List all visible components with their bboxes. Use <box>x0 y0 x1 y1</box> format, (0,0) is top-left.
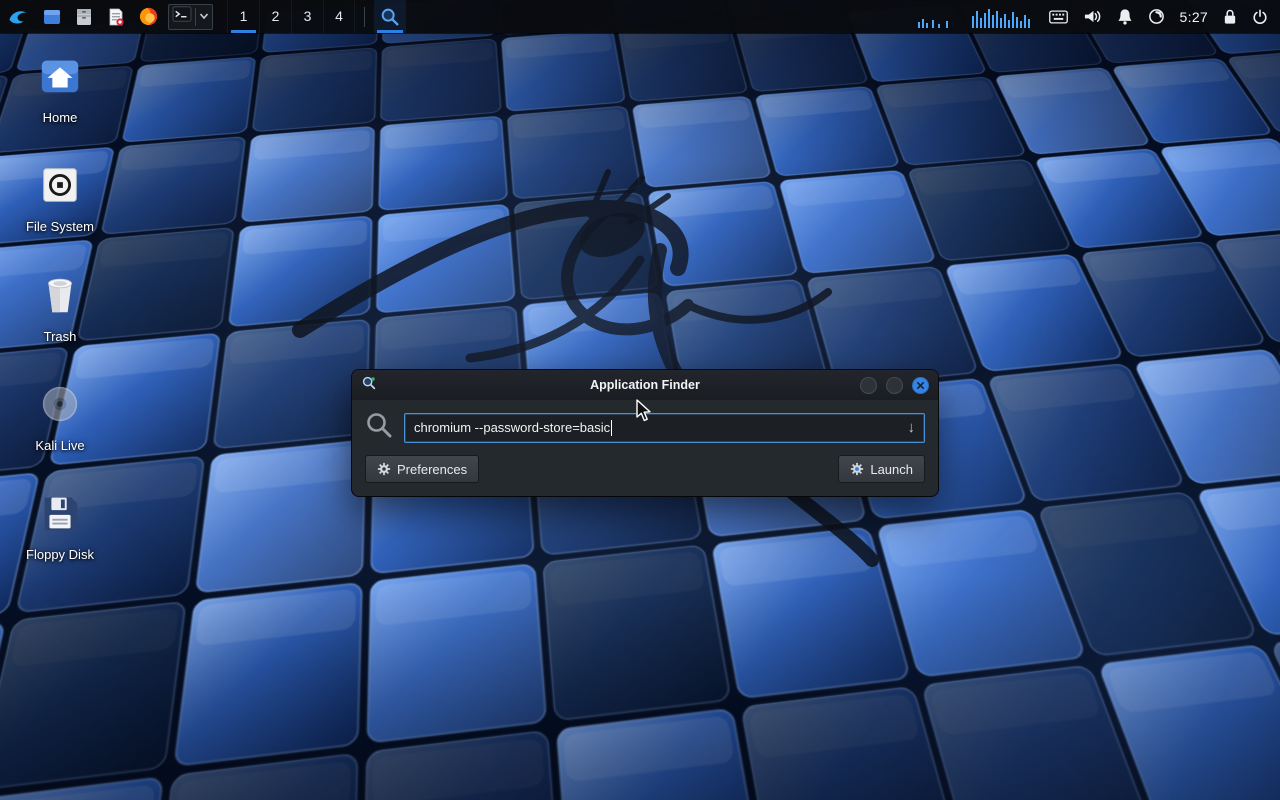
desktop-icon-label: Trash <box>44 330 77 344</box>
panel-right-group: 5:27 <box>916 0 1280 33</box>
chevron-down-icon <box>199 8 209 26</box>
kali-menu-icon[interactable] <box>0 0 36 33</box>
preferences-label: Preferences <box>397 462 467 477</box>
audio-visualizer <box>916 6 1034 28</box>
desktop-icon-label: Floppy Disk <box>26 548 94 562</box>
search-icon <box>365 411 393 444</box>
desktop-icon-column: Home File System Trash <box>12 53 108 562</box>
desktop-icon-label: Kali Live <box>35 439 84 453</box>
workspace-3[interactable]: 3 <box>291 0 323 33</box>
text-caret <box>611 420 612 436</box>
lock-icon[interactable] <box>1223 9 1237 25</box>
preferences-button[interactable]: Preferences <box>365 455 479 483</box>
trash-icon <box>37 272 83 323</box>
mouse-cursor <box>636 399 653 428</box>
panel-left-group: 1 2 3 4 <box>0 0 406 33</box>
search-icon <box>379 6 401 28</box>
desktop-icon-home[interactable]: Home <box>12 53 108 125</box>
file-manager-icon[interactable] <box>68 0 100 33</box>
maximize-button[interactable] <box>886 377 903 394</box>
desktop: { "panel": { "left_icons": ["kali-menu-i… <box>0 0 1280 800</box>
close-icon <box>916 381 925 390</box>
application-finder-window: Application Finder chromium --password-s… <box>352 370 938 496</box>
cd-disc-icon <box>37 381 83 432</box>
floppy-icon <box>37 490 83 541</box>
notifications-bell-icon[interactable] <box>1117 8 1133 25</box>
desktop-icon-label: Home <box>43 111 78 125</box>
home-icon <box>37 53 83 104</box>
command-input-value: chromium --password-store=basic <box>414 420 610 435</box>
gear-icon <box>377 462 391 476</box>
terminal-icon <box>172 5 192 28</box>
power-icon[interactable] <box>1252 9 1268 25</box>
window-controls <box>860 377 929 394</box>
keyboard-icon[interactable] <box>1049 10 1068 24</box>
launch-icon <box>850 462 864 476</box>
app-finder-window-icon <box>361 375 377 396</box>
launch-label: Launch <box>870 462 913 477</box>
firefox-icon[interactable] <box>132 0 164 33</box>
desktop-icon-kali-live[interactable]: Kali Live <box>12 381 108 453</box>
desktop-icon-trash[interactable]: Trash <box>12 272 108 344</box>
workspace-2[interactable]: 2 <box>259 0 291 33</box>
launch-button[interactable]: Launch <box>838 455 925 483</box>
panel-clock[interactable]: 5:27 <box>1180 9 1208 25</box>
app-finder-taskbar-button[interactable] <box>374 0 406 33</box>
button-row: Preferences Launch <box>365 455 925 483</box>
minimize-button[interactable] <box>860 377 877 394</box>
status-circle-icon[interactable] <box>1148 8 1165 25</box>
text-editor-icon[interactable] <box>100 0 132 33</box>
filesystem-icon <box>37 162 83 213</box>
titlebar[interactable]: Application Finder <box>352 370 938 400</box>
divider <box>195 8 196 26</box>
panel-separator <box>364 7 365 27</box>
window-icon[interactable] <box>36 0 68 33</box>
desktop-icon-label: File System <box>26 220 94 234</box>
close-button[interactable] <box>912 377 929 394</box>
volume-icon[interactable] <box>1083 8 1102 25</box>
desktop-icon-filesystem[interactable]: File System <box>12 162 108 234</box>
workspace-4[interactable]: 4 <box>323 0 355 33</box>
top-panel: 1 2 3 4 <box>0 0 1280 33</box>
workspace-switcher: 1 2 3 4 <box>227 0 355 33</box>
workspace-1[interactable]: 1 <box>227 0 259 33</box>
desktop-icon-floppy[interactable]: Floppy Disk <box>12 490 108 562</box>
window-title: Application Finder <box>352 378 938 392</box>
command-input[interactable]: chromium --password-store=basic ↓ <box>404 413 925 443</box>
terminal-dropdown[interactable] <box>168 4 213 30</box>
dropdown-arrow-icon[interactable]: ↓ <box>908 420 916 435</box>
